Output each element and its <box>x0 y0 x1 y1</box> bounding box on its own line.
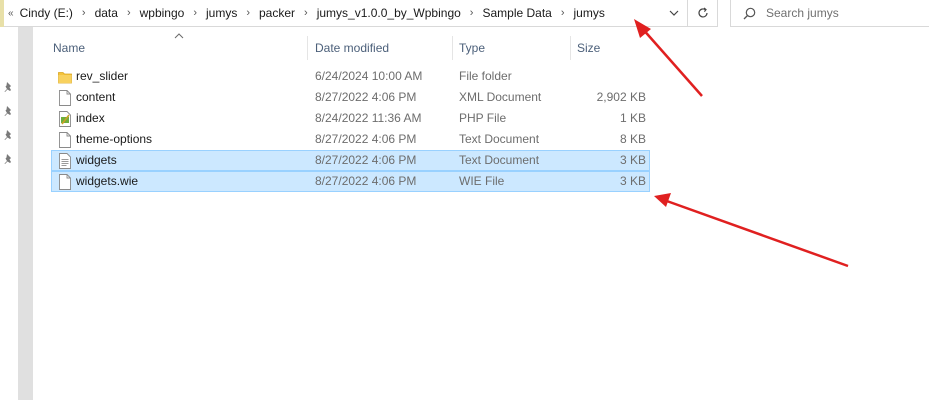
column-header-type[interactable]: Type <box>453 36 571 60</box>
file-name: index <box>76 111 105 125</box>
pin-icon[interactable] <box>3 129 15 141</box>
php-file-icon <box>59 111 71 127</box>
column-header-name[interactable]: Name <box>47 36 308 60</box>
file-row[interactable]: rev_slider 6/24/2024 10:00 AM File folde… <box>51 66 650 87</box>
chevron-right-icon[interactable]: › <box>554 7 572 19</box>
folder-icon <box>58 72 72 84</box>
chevron-right-icon[interactable]: › <box>186 7 204 19</box>
chevron-right-icon[interactable]: › <box>120 7 138 19</box>
window-edge <box>0 0 4 27</box>
pin-icon[interactable] <box>3 153 15 165</box>
chevron-right-icon[interactable]: › <box>239 7 257 19</box>
file-date-modified: 6/24/2024 10:00 AM <box>315 69 423 83</box>
search-icon <box>743 7 756 19</box>
file-type: File folder <box>459 69 512 83</box>
chevron-right-icon[interactable]: › <box>75 7 93 19</box>
file-date-modified: 8/27/2022 4:06 PM <box>315 90 417 104</box>
file-type: Text Document <box>459 132 540 146</box>
address-bar[interactable]: « Cindy (E:) › data › wpbingo › jumys › … <box>0 0 688 27</box>
breadcrumb-overflow-icon[interactable]: « <box>8 8 14 19</box>
navigation-pane-scrollbar[interactable] <box>18 27 33 400</box>
file-name: theme-options <box>76 132 153 146</box>
file-name: content <box>76 90 116 104</box>
pin-icon[interactable] <box>3 105 15 117</box>
refresh-button[interactable] <box>688 0 718 27</box>
pin-icon[interactable] <box>3 81 15 93</box>
breadcrumb-item-sample-data[interactable]: Sample Data <box>480 6 553 20</box>
file-row-selected[interactable]: widgets.wie 8/27/2022 4:06 PM WIE File 3… <box>51 171 650 192</box>
document-icon <box>59 132 71 148</box>
file-date-modified: 8/27/2022 4:06 PM <box>315 132 417 146</box>
chevron-right-icon[interactable]: › <box>463 7 481 19</box>
text-file-icon <box>59 153 71 169</box>
file-row-selected[interactable]: widgets 8/27/2022 4:06 PM Text Document … <box>51 150 650 171</box>
breadcrumb-item-current[interactable]: jumys <box>572 6 607 20</box>
file-row[interactable]: theme-options 8/27/2022 4:06 PM Text Doc… <box>51 129 650 150</box>
file-type: PHP File <box>459 111 507 125</box>
file-type: Text Document <box>459 153 540 167</box>
breadcrumb-item-jumys[interactable]: jumys <box>204 6 239 20</box>
navigation-pane <box>0 27 18 400</box>
breadcrumb: Cindy (E:) › data › wpbingo › jumys › pa… <box>18 6 659 20</box>
document-icon <box>59 90 71 106</box>
address-history-button[interactable] <box>659 0 687 27</box>
refresh-icon <box>697 7 708 18</box>
column-header-size[interactable]: Size <box>571 36 654 60</box>
file-name: widgets.wie <box>76 174 139 188</box>
file-date-modified: 8/24/2022 11:36 AM <box>315 111 422 125</box>
chevron-down-icon <box>669 10 678 16</box>
breadcrumb-item-packer[interactable]: packer <box>257 6 297 20</box>
file-type: XML Document <box>459 90 542 104</box>
column-header-row: Name Date modified Type Size <box>33 36 683 60</box>
breadcrumb-item-package[interactable]: jumys_v1.0.0_by_Wpbingo <box>315 6 463 20</box>
file-size: 3 KB <box>619 174 646 188</box>
file-size: 1 KB <box>619 111 646 125</box>
chevron-right-icon[interactable]: › <box>297 7 315 19</box>
breadcrumb-item-drive[interactable]: Cindy (E:) <box>18 6 75 20</box>
breadcrumb-item-wpbingo[interactable]: wpbingo <box>138 6 187 20</box>
file-name: rev_slider <box>76 69 129 83</box>
file-date-modified: 8/27/2022 4:06 PM <box>315 153 417 167</box>
file-date-modified: 8/27/2022 4:06 PM <box>315 174 417 188</box>
file-size: 2,902 KB <box>596 90 646 104</box>
file-size: 8 KB <box>619 132 646 146</box>
document-icon <box>59 174 71 190</box>
file-size: 3 KB <box>619 153 646 167</box>
file-explorer-window: « Cindy (E:) › data › wpbingo › jumys › … <box>0 0 929 400</box>
file-row[interactable]: index 8/24/2022 11:36 AM PHP File 1 KB <box>51 108 650 129</box>
file-name: widgets <box>76 153 117 167</box>
file-type: WIE File <box>459 174 505 188</box>
file-row[interactable]: content 8/27/2022 4:06 PM XML Document 2… <box>51 87 650 108</box>
search-box[interactable] <box>730 0 929 27</box>
column-header-date-modified[interactable]: Date modified <box>309 36 453 60</box>
file-list: Name Date modified Type Size rev_slider … <box>33 27 929 400</box>
file-rows: rev_slider 6/24/2024 10:00 AM File folde… <box>51 66 651 192</box>
search-input[interactable] <box>766 6 916 20</box>
breadcrumb-item-data[interactable]: data <box>93 6 120 20</box>
